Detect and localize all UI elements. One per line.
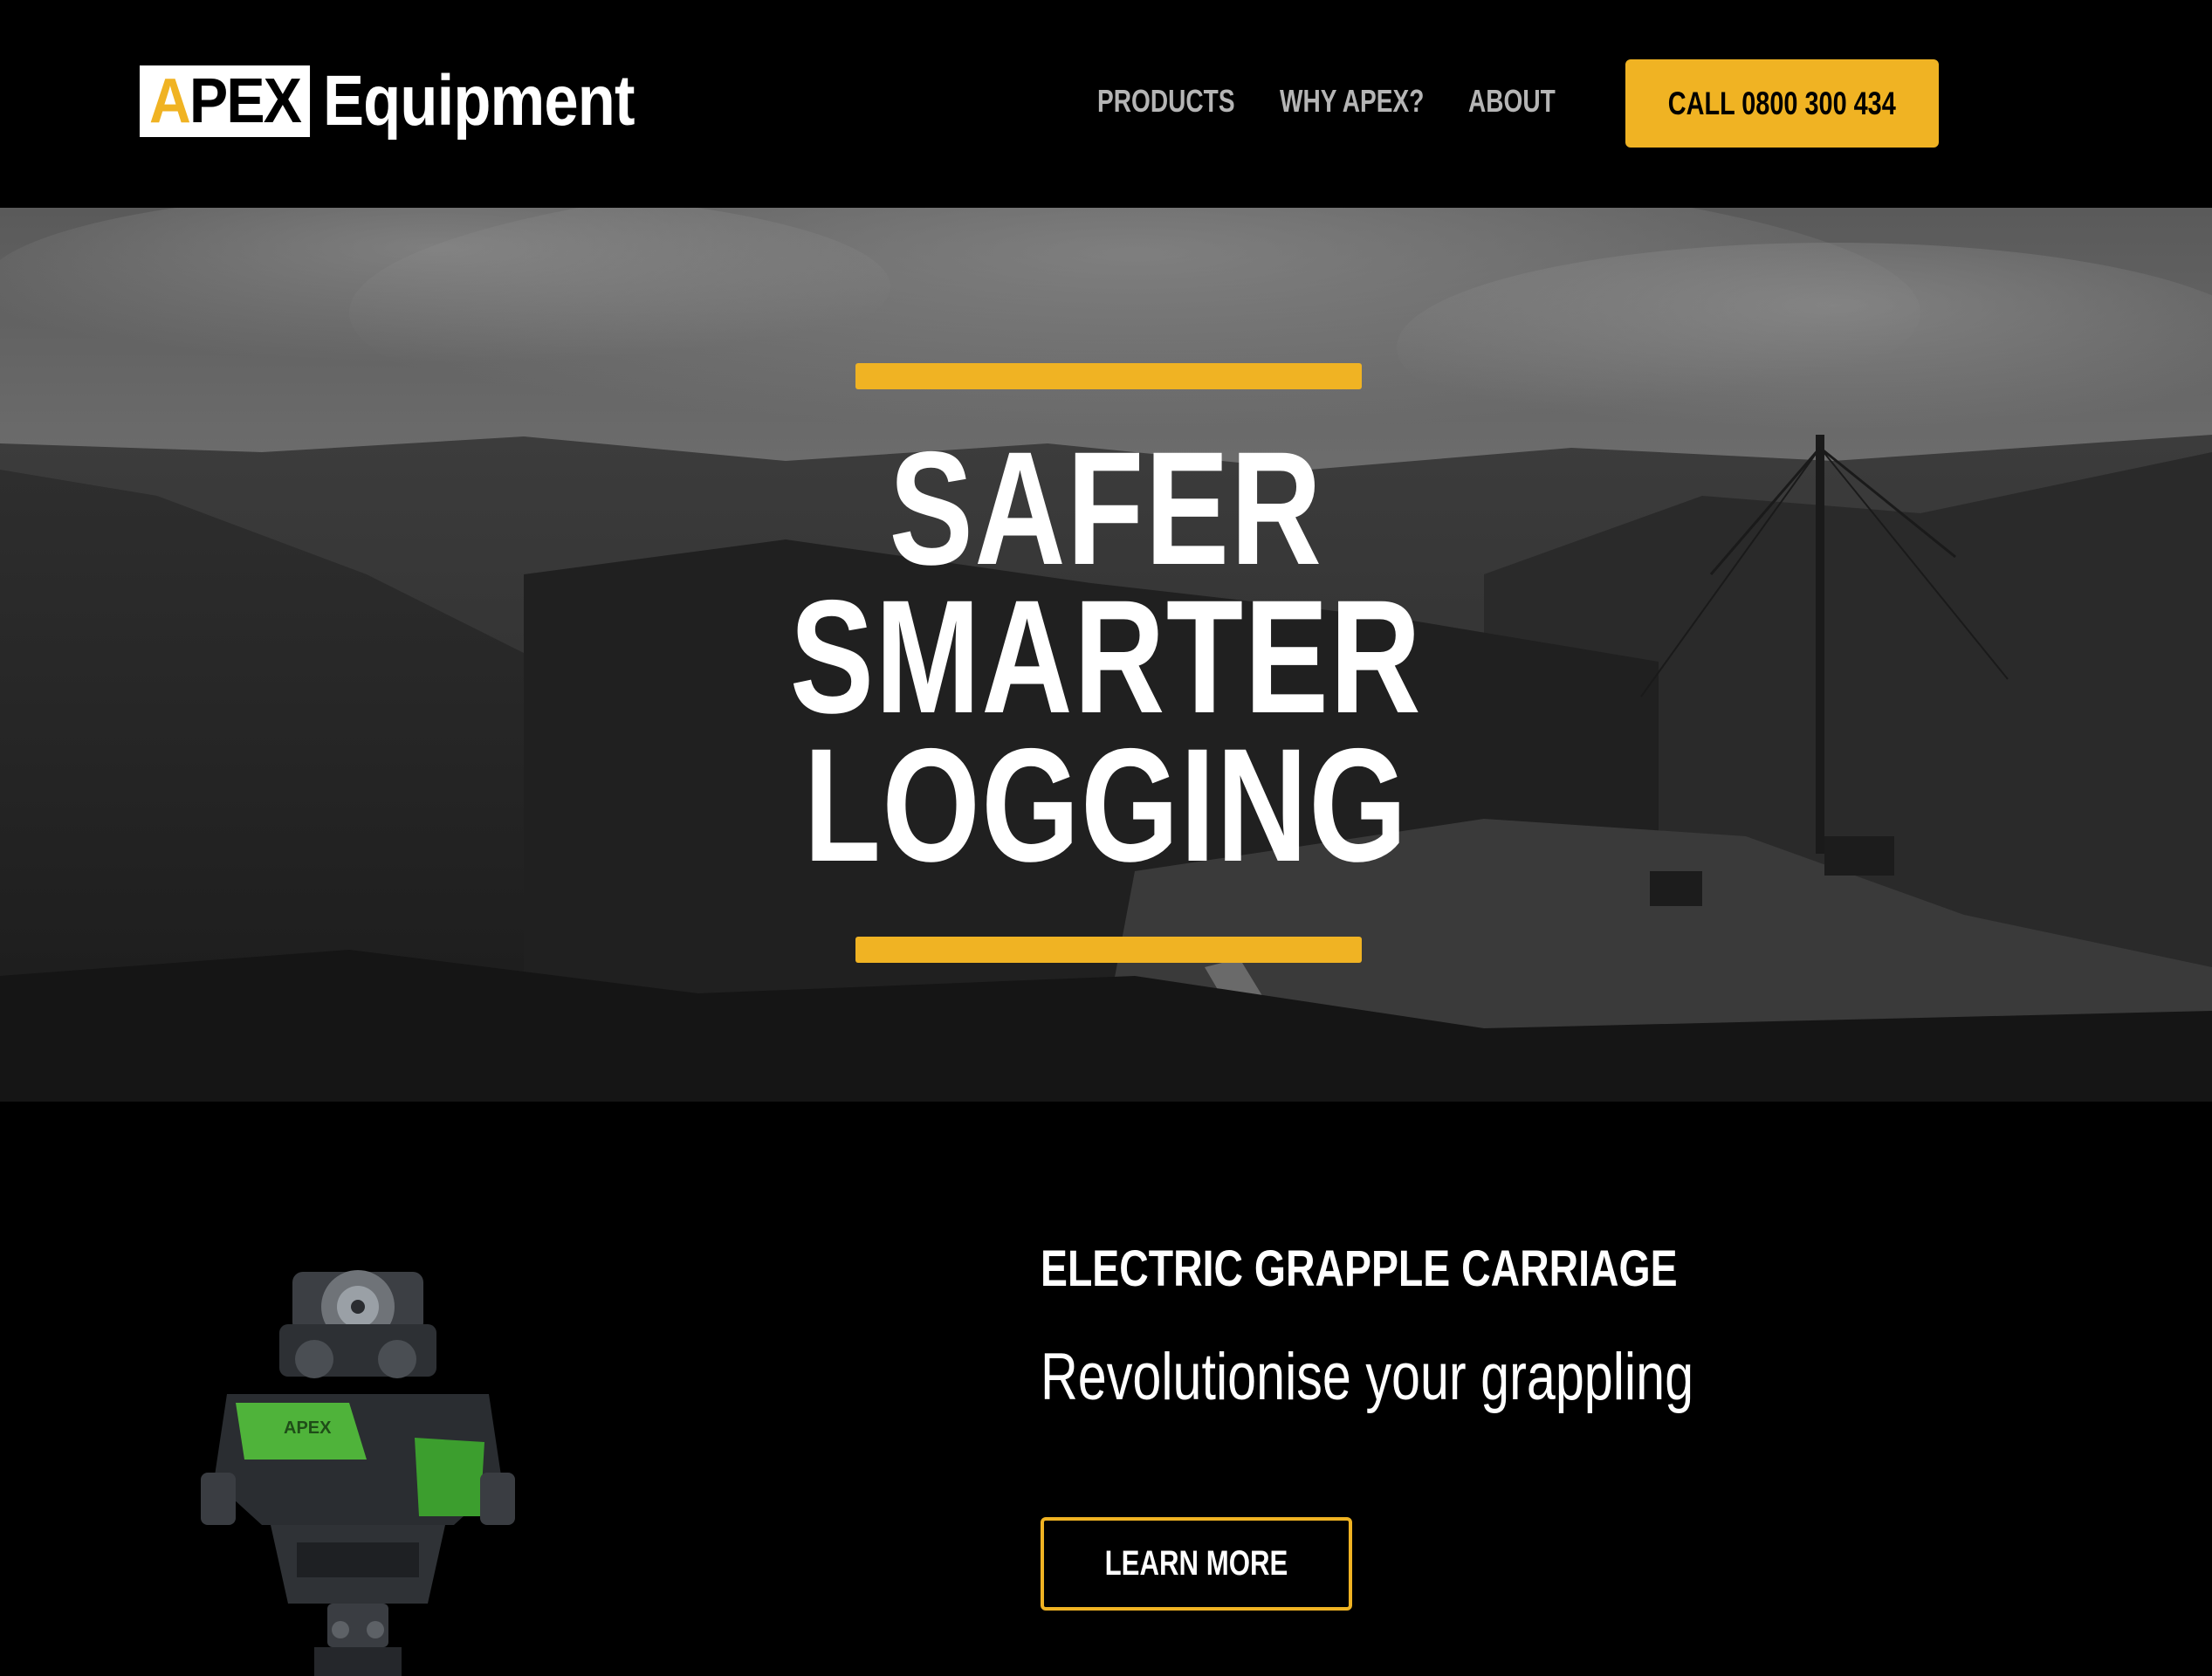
hero-accent-bar-top [855,363,1362,389]
logo-mark-letters: PEX [189,65,302,136]
logo-wordmark: Equipment [323,60,635,141]
product-badge-text: APEX [284,1418,332,1438]
hero-banner: SAFER SMARTER LOGGING [0,208,2212,1102]
product-kicker-title: ELECTRIC GRAPPLE CARRIAGE [1041,1240,1678,1297]
hero-headline-line-1: SAFER [889,419,1323,599]
apex-equipment-logo[interactable]: A PEX Equipment [140,64,685,138]
hero-headline-line-2: SMARTER [789,567,1423,747]
call-phone-button[interactable]: CALL 0800 300 434 [1625,59,1939,148]
logo-mark-letter-a: A [149,65,191,136]
product-tagline: Revolutionise your grappling [1041,1340,1694,1414]
grapple-carriage-image: APEX [201,1270,515,1676]
page: A PEX Equipment PRODUCTS WHY APEX? ABOUT … [0,0,2212,1676]
logo-mark: A PEX [140,65,311,137]
hero-headline: SAFER SMARTER LOGGING [670,419,1542,896]
learn-more-button-label: LEARN MORE [1104,1544,1288,1583]
call-phone-button-label: CALL 0800 300 434 [1668,85,1896,121]
hero-headline-line-3: LOGGING [803,716,1409,896]
learn-more-button[interactable]: LEARN MORE [1041,1517,1352,1611]
site-header: A PEX Equipment PRODUCTS WHY APEX? ABOUT … [0,0,2212,208]
nav-link-about[interactable]: ABOUT [1468,83,1556,120]
hero-accent-bar-bottom [855,937,1362,963]
nav-link-products[interactable]: PRODUCTS [1097,83,1235,120]
product-feature: APEX ELECTRIC GRAPPLE CARRIAGE Revolutio… [0,1102,2212,1676]
nav-link-why-apex[interactable]: WHY APEX? [1280,83,1424,120]
